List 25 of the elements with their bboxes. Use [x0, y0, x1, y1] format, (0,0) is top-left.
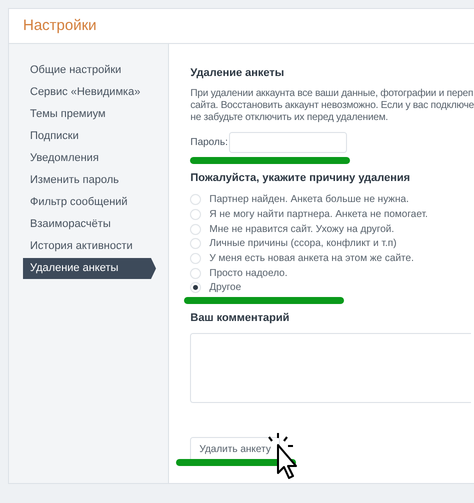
description-text: При удалении аккаунта все ваши данные, фотографии и переп [190, 88, 474, 100]
sidebar-item[interactable]: История активности [23, 235, 168, 257]
radio-option[interactable]: Просто надоело. [190, 266, 474, 281]
radio-option[interactable]: Мне не нравится сайт. Ухожу на другой. [190, 222, 474, 237]
description-text: не забудьте отключить их перед удалением. [190, 112, 389, 124]
description-text: сайта. Восстановить аккаунт невозможно. Если у вас подключе [190, 100, 474, 112]
sidebar-item[interactable]: Подписки [23, 125, 168, 147]
sidebar-item[interactable]: Изменить пароль [23, 169, 168, 191]
section-heading: Пожалуйста, укажите причину удаления [190, 171, 412, 186]
section-heading: Ваш комментарий [190, 311, 290, 326]
sidebar-item[interactable]: Фильтр сообщений [23, 191, 168, 213]
radio-option[interactable]: Личные причины (ссора, конфликт и т.п) [190, 236, 474, 252]
sidebar-item[interactable]: Взаиморасчёты [23, 213, 168, 235]
sidebar-item[interactable]: Уведомления [23, 147, 168, 169]
radio-option[interactable]: Другое [190, 280, 474, 296]
sidebar-item[interactable]: Темы премиум [23, 103, 168, 125]
sidebar-item[interactable]: Общие настройки [23, 59, 168, 81]
section-heading: Удаление анкеты [190, 66, 286, 79]
radio-option[interactable]: Я не могу найти партнера. Анкета не помогает. [190, 207, 474, 222]
sidebar-item[interactable]: Удаление анкеты [23, 258, 156, 279]
radio-option[interactable]: Партнер найден. Анкета больше не нужна. [190, 192, 474, 208]
page-title: Настройки [23, 16, 97, 36]
sidebar-item[interactable]: Сервис «Невидимка» [23, 81, 168, 103]
field-label: Пароль: [190, 136, 228, 150]
radio-option[interactable]: У меня есть новая анкета на этом же сайте. [190, 251, 474, 266]
